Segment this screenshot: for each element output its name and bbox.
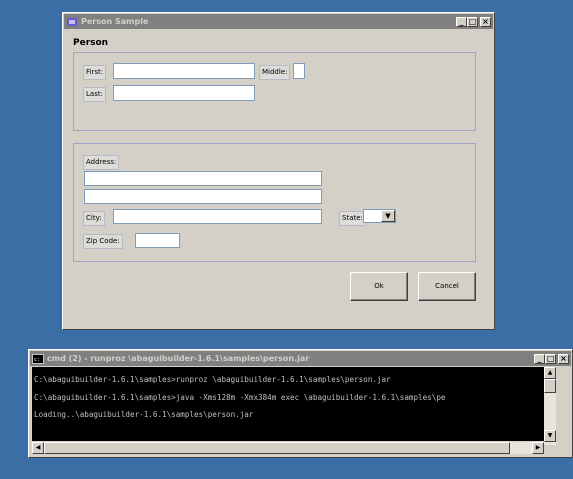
cmd-window: c: cmd (2) - runproz \abaguibuilder-1.6.… xyxy=(28,349,573,458)
scroll-right-icon[interactable]: ▶ xyxy=(532,442,544,454)
address-label: Address: xyxy=(83,155,120,170)
close-button[interactable]: × xyxy=(558,353,569,364)
console-line: C:\abaguibuilder-1.6.1\samples>java -Xms… xyxy=(34,393,446,402)
maximize-button[interactable]: □ xyxy=(545,353,556,364)
first-name-input[interactable] xyxy=(113,63,255,79)
console-line: C:\abaguibuilder-1.6.1\samples>runproz \… xyxy=(34,375,391,384)
cmd-window-title: cmd (2) - runproz \abaguibuilder-1.6.1\s… xyxy=(47,354,310,363)
minimize-button[interactable]: _ xyxy=(456,16,467,27)
svg-text:c:: c: xyxy=(34,357,40,363)
scroll-left-icon[interactable]: ◀ xyxy=(32,442,44,454)
first-name-label: First: xyxy=(83,65,107,80)
state-label: State: xyxy=(339,211,366,226)
cancel-button[interactable]: Cancel xyxy=(418,272,476,301)
cmd-titlebar[interactable]: c: cmd (2) - runproz \abaguibuilder-1.6.… xyxy=(30,351,571,366)
console-output[interactable]: C:\abaguibuilder-1.6.1\samples>runproz \… xyxy=(32,367,544,441)
person-heading: Person xyxy=(73,38,109,48)
name-panel: First: Middle: Last: xyxy=(73,52,476,131)
last-name-label: Last: xyxy=(83,87,106,102)
cmd-icon: c: xyxy=(32,353,44,364)
zip-code-label: Zip Code: xyxy=(83,234,123,249)
person-titlebar[interactable]: Person Sample _ □ × xyxy=(64,14,493,29)
address-line1-input[interactable] xyxy=(84,171,322,186)
java-app-icon xyxy=(67,17,77,26)
horizontal-scroll-thumb[interactable] xyxy=(44,442,510,454)
scroll-up-icon[interactable]: ▲ xyxy=(544,367,556,379)
maximize-button[interactable]: □ xyxy=(467,16,478,27)
person-sample-window: Person Sample _ □ × Person First: Middle… xyxy=(62,12,495,330)
console-line: Loading..\abaguibuilder-1.6.1\samples\pe… xyxy=(34,410,254,419)
ok-button[interactable]: Ok xyxy=(350,272,408,301)
vertical-scrollbar[interactable]: ▲ ▼ xyxy=(544,367,556,445)
minimize-button[interactable]: _ xyxy=(534,353,545,364)
scroll-down-icon[interactable]: ▼ xyxy=(544,430,556,442)
address-line2-input[interactable] xyxy=(84,189,322,204)
last-name-input[interactable] xyxy=(113,85,255,101)
zip-code-input[interactable] xyxy=(135,233,180,248)
close-button[interactable]: × xyxy=(480,16,491,27)
horizontal-scrollbar[interactable]: ◀ ▶ xyxy=(32,442,544,454)
chevron-down-icon[interactable]: ▼ xyxy=(381,210,395,222)
person-window-title: Person Sample xyxy=(81,17,149,26)
middle-name-label: Middle: xyxy=(259,65,291,80)
vertical-scroll-thumb[interactable] xyxy=(544,379,556,393)
city-label: City: xyxy=(83,211,105,226)
address-panel: Address: City: State: ▼ Zip Code: xyxy=(73,143,476,262)
state-select[interactable]: ▼ xyxy=(363,209,396,223)
middle-name-input[interactable] xyxy=(293,63,305,79)
city-input[interactable] xyxy=(113,209,322,224)
